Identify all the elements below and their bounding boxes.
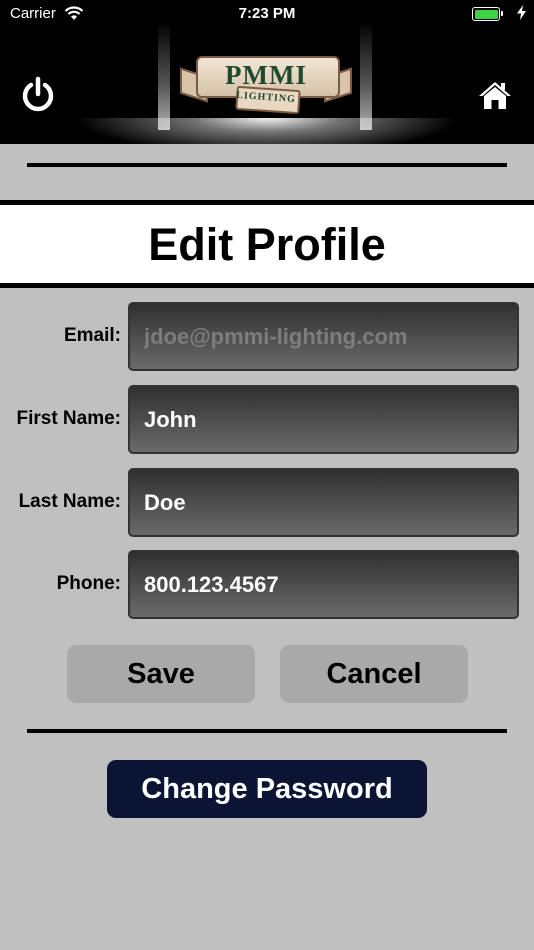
phone-field[interactable] <box>128 550 519 619</box>
spotlight-left <box>158 22 170 130</box>
stage-glow <box>60 118 474 144</box>
spotlight-right <box>360 22 372 130</box>
last-name-field[interactable] <box>128 468 519 537</box>
phone-label: Phone: <box>56 573 121 594</box>
power-icon[interactable] <box>20 76 56 114</box>
page-title: Edit Profile <box>148 219 386 270</box>
home-icon[interactable] <box>478 80 512 110</box>
bottom-divider <box>27 729 507 733</box>
pmmi-logo: PMMI LIGHTING <box>178 48 354 118</box>
logo-sub: LIGHTING <box>235 89 297 106</box>
charging-icon <box>517 5 526 20</box>
email-field[interactable] <box>128 302 519 371</box>
last-name-label: Last Name: <box>18 491 121 512</box>
status-bar: Carrier 7:23 PM <box>0 0 534 28</box>
first-name-label: First Name: <box>16 408 121 429</box>
save-button[interactable]: Save <box>67 645 255 703</box>
top-divider <box>27 163 507 167</box>
email-label: Email: <box>63 325 121 346</box>
first-name-field[interactable] <box>128 385 519 454</box>
battery-icon <box>472 7 503 21</box>
title-band: Edit Profile <box>0 200 534 288</box>
cancel-button[interactable]: Cancel <box>280 645 468 703</box>
change-password-button[interactable]: Change Password <box>107 760 427 818</box>
app-header: Carrier 7:23 PM PMMI LIGHTING <box>0 0 534 144</box>
clock: 7:23 PM <box>238 5 296 22</box>
